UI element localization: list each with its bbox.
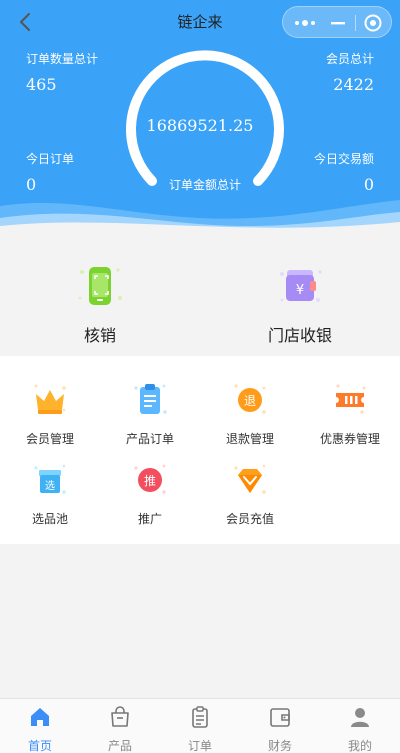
grid-item-promotion[interactable]: 推 推广 xyxy=(100,460,200,527)
home-icon xyxy=(31,708,49,726)
grid-item-member-recharge[interactable]: 会员充值 xyxy=(200,460,300,527)
grid-label-member-recharge: 会员充值 xyxy=(225,512,274,526)
member-total-value: 2422 xyxy=(333,75,374,94)
tab-orders[interactable]: 订单 xyxy=(160,705,240,753)
tab-label-product: 产品 xyxy=(107,739,132,753)
selection-glyph: 选 xyxy=(45,479,55,492)
grid-item-member-management[interactable]: 会员管理 xyxy=(0,380,100,447)
tab-home[interactable]: 首页 xyxy=(0,705,80,753)
cashier-tile[interactable]: ¥ 门店收银 xyxy=(200,264,400,346)
order-clipboard-icon xyxy=(134,384,167,414)
grid-item-product-orders[interactable]: 产品订单 xyxy=(100,380,200,447)
promote-glyph: 推 xyxy=(144,474,156,488)
grid-label-member-management: 会员管理 xyxy=(25,432,74,446)
cashier-label: 门店收银 xyxy=(267,326,332,345)
grid-item-refund-management[interactable]: 退 退款管理 xyxy=(200,380,300,447)
grid-label-promotion: 推广 xyxy=(137,512,162,526)
order-count-value: 465 xyxy=(26,75,57,94)
grid-label-coupon-management: 优惠券管理 xyxy=(319,432,380,446)
crown-icon xyxy=(34,384,66,414)
tab-product[interactable]: 产品 xyxy=(80,705,160,753)
grid-label-refund-management: 退款管理 xyxy=(225,432,274,446)
tab-label-home: 首页 xyxy=(27,739,52,753)
grid-item-selection-pool[interactable]: 选 选品池 xyxy=(0,460,100,527)
order-count-stat: 订单数量总计 465 xyxy=(26,50,98,94)
order-amount-total-value: 16869521.25 xyxy=(146,116,254,135)
wallet-icon xyxy=(270,708,290,727)
tab-label-mine: 我的 xyxy=(347,739,372,753)
coupon-icon xyxy=(336,384,366,414)
quick-actions: 核销 ¥ 门店收银 xyxy=(0,250,400,356)
bottom-tab-bar: 首页 产品 订单 财务 我的 xyxy=(0,698,400,753)
verify-phone-icon xyxy=(78,267,122,305)
today-orders-label: 今日订单 xyxy=(26,152,75,166)
tab-finance[interactable]: 财务 xyxy=(240,705,320,753)
diamond-icon xyxy=(234,464,266,494)
tab-mine[interactable]: 我的 xyxy=(320,705,400,753)
verify-tile[interactable]: 核销 xyxy=(0,264,200,346)
refund-icon: 退 xyxy=(234,384,266,414)
selection-box-icon: 选 xyxy=(34,464,66,494)
order-count-label: 订单数量总计 xyxy=(26,52,99,66)
grid-label-selection-pool: 选品池 xyxy=(31,512,68,526)
verify-label: 核销 xyxy=(83,326,116,345)
order-amount-total-label: 订单金额总计 xyxy=(168,178,241,192)
refund-glyph: 退 xyxy=(244,394,256,408)
function-grid: 会员管理 产品订单 退 退款管理 优惠券管理 选 选品池 推 推广 会员充值 xyxy=(0,356,400,544)
order-clipboard-icon xyxy=(192,706,208,728)
close-target-icon[interactable] xyxy=(363,13,383,33)
svg-text:¥: ¥ xyxy=(296,283,304,298)
grid-item-coupon-management[interactable]: 优惠券管理 xyxy=(300,380,400,447)
user-icon xyxy=(351,708,369,727)
product-bag-icon xyxy=(111,706,129,727)
nav-bar: 链企来 xyxy=(0,0,400,44)
promote-icon: 推 xyxy=(134,464,166,494)
member-total-stat: 会员总计 2422 xyxy=(326,50,374,94)
grid-label-product-orders: 产品订单 xyxy=(125,432,174,446)
dashboard-header: 链企来 订单数量总计 465 会员总计 2422 今日订单 0 今日交易额 0 xyxy=(0,0,400,250)
tab-label-orders: 订单 xyxy=(187,739,212,753)
more-dots-icon[interactable] xyxy=(293,15,317,31)
capsule-divider xyxy=(355,15,356,31)
member-total-label: 会员总计 xyxy=(325,52,374,66)
minimize-icon[interactable] xyxy=(329,15,347,31)
cashier-wallet-icon: ¥ xyxy=(280,270,322,302)
today-amount-label: 今日交易额 xyxy=(313,152,374,166)
tab-label-finance: 财务 xyxy=(267,739,292,753)
mini-program-capsule xyxy=(282,6,392,38)
